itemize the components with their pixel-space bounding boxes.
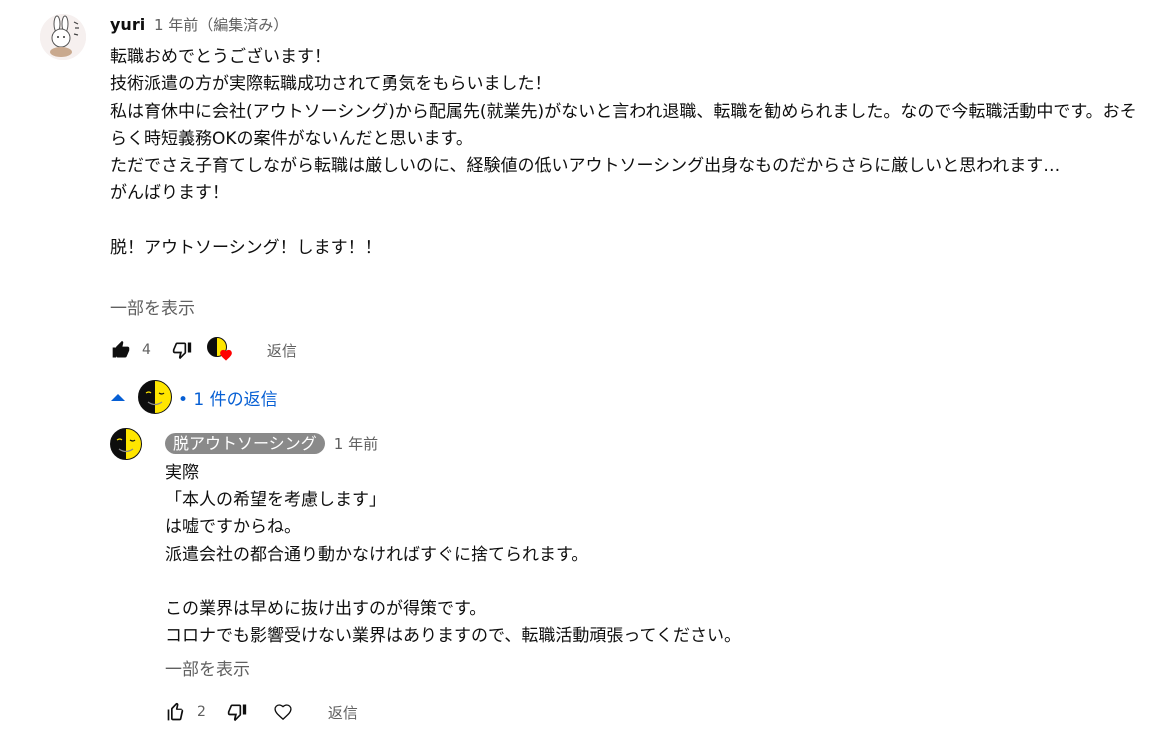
comment-time[interactable]: 1 年前 <box>154 16 198 34</box>
show-more-button[interactable]: 一部を表示 <box>110 294 195 319</box>
reply-author-chip[interactable]: 脱アウトソーシング <box>165 433 325 454</box>
caret-up-icon <box>111 394 125 401</box>
replier-avatar-small <box>138 380 172 414</box>
reply-actions: 2 返信 <box>165 700 358 724</box>
comment-text: 転職おめでとうございます！ 技術派遣の方が実際転職成功されて勇気をもらいました！… <box>110 47 1137 259</box>
face-icon <box>116 438 136 453</box>
rabbit-avatar-icon <box>40 14 86 60</box>
replies-count-text: • 1 件の返信 <box>178 389 278 410</box>
comment-header: yuri 1 年前（編集済み） <box>110 14 288 35</box>
like-button[interactable] <box>110 339 132 361</box>
face-icon <box>145 391 165 406</box>
thumb-up-outline-icon <box>167 702 184 721</box>
reply-like-button[interactable] <box>165 701 187 723</box>
reply-reply-button[interactable]: 返信 <box>328 702 358 723</box>
reply-heart-button[interactable] <box>272 701 294 723</box>
comment-actions: 4 返信 <box>110 337 297 363</box>
like-count: 4 <box>142 342 151 358</box>
reply-show-more-button[interactable]: 一部を表示 <box>165 655 250 680</box>
reply-author-avatar[interactable] <box>110 428 142 460</box>
comment-author[interactable]: yuri <box>110 15 145 34</box>
comment-edited-label: （編集済み） <box>198 16 289 34</box>
heart-outline-icon <box>274 704 292 721</box>
creator-heart-icon <box>220 349 232 361</box>
reply-time[interactable]: 1 年前 <box>334 435 378 453</box>
thumb-up-filled-icon <box>112 340 130 358</box>
thumb-down-outline-icon <box>227 704 247 722</box>
reply-dislike-button[interactable] <box>226 701 248 723</box>
dislike-button[interactable] <box>171 339 193 361</box>
creator-heart-badge <box>206 337 235 363</box>
replies-toggle[interactable]: • 1 件の返信 <box>110 380 278 414</box>
reply-header: 脱アウトソーシング 1 年前 <box>165 430 378 454</box>
commenter-avatar[interactable] <box>40 14 86 60</box>
reply-like-count: 2 <box>197 704 206 720</box>
thumb-down-outline-icon <box>172 342 192 360</box>
reply-text: 実際 「本人の希望を考慮します」 は嘘ですからね。 派遣会社の都合通り動かなけれ… <box>165 463 741 647</box>
reply-button[interactable]: 返信 <box>267 340 297 361</box>
